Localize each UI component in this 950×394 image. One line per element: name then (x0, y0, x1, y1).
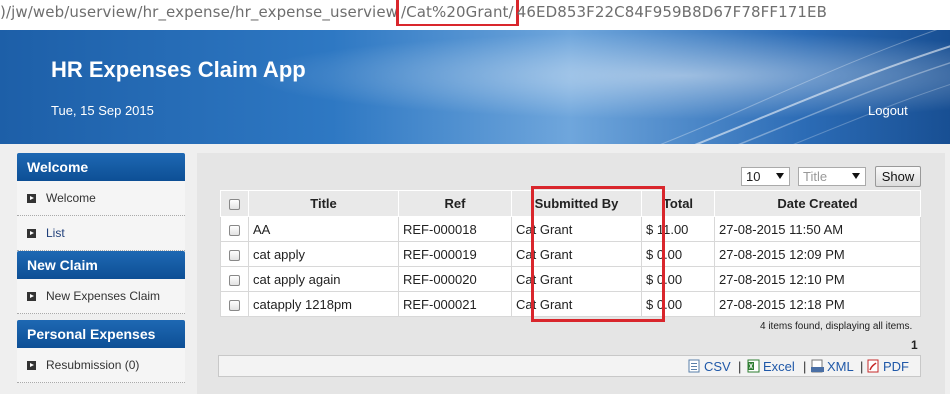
pdf-file-icon (867, 359, 880, 373)
cell-date-created: 27-08-2015 12:18 PM (714, 291, 921, 317)
url-highlighted-user: /Cat%20Grant/ (396, 0, 519, 26)
table-row[interactable]: catapply 1218pm REF-000021 Cat Grant $ 0… (220, 291, 921, 317)
export-separator: | (860, 359, 864, 374)
cell-date-created: 27-08-2015 11:50 AM (714, 216, 921, 242)
dropdown-arrow-icon (776, 173, 784, 179)
sidebar-item-new-expenses-claim[interactable]: New Expenses Claim (17, 279, 185, 314)
select-all-cell (220, 190, 249, 217)
sidebar-item-welcome[interactable]: Welcome (17, 181, 185, 216)
sidebar-section-new-claim: New Claim (17, 251, 185, 279)
export-excel-label: Excel (763, 359, 795, 374)
address-bar[interactable]: )/jw/web/userview/hr_expense/hr_expense_… (0, 0, 950, 26)
table-row[interactable]: AA REF-000018 Cat Grant $ 11.00 27-08-20… (220, 216, 921, 242)
cell-submitted-by: Cat Grant (511, 291, 642, 317)
export-pdf-label: PDF (883, 359, 909, 374)
cell-title[interactable]: catapply 1218pm (248, 291, 399, 317)
export-separator: | (738, 359, 742, 374)
column-header-submitted-by[interactable]: Submitted By (511, 190, 642, 217)
sort-field-select[interactable]: Title (798, 167, 866, 186)
row-checkbox[interactable] (229, 249, 240, 261)
sidebar-item-list[interactable]: List (17, 216, 185, 251)
row-select-cell (220, 266, 249, 292)
column-header-date-created[interactable]: Date Created (714, 190, 921, 217)
export-pdf-link[interactable]: PDF (867, 359, 909, 374)
sidebar-item-label: Welcome (46, 191, 96, 205)
app-header: HR Expenses Claim App Tue, 15 Sep 2015 L… (0, 30, 950, 144)
claims-table: Title Ref Submitted By Total Date Create… (220, 190, 921, 317)
sidebar-item-label: List (46, 226, 65, 240)
cell-submitted-by: Cat Grant (511, 216, 642, 242)
export-csv-label: CSV (704, 359, 731, 374)
sidebar-item-label: Resubmission (0) (46, 358, 140, 372)
cell-title[interactable]: AA (248, 216, 399, 242)
sort-field-value: Title (803, 169, 828, 184)
page-number[interactable]: 1 (911, 338, 918, 352)
export-excel-link[interactable]: Excel (747, 359, 795, 374)
row-select-cell (220, 241, 249, 267)
csv-file-icon (688, 359, 701, 373)
row-checkbox[interactable] (229, 224, 240, 236)
select-all-checkbox[interactable] (229, 199, 240, 211)
show-button[interactable]: Show (875, 166, 921, 187)
xml-file-icon (811, 359, 824, 373)
cell-date-created: 27-08-2015 12:10 PM (714, 266, 921, 292)
url-prefix: )/jw/web/userview/hr_expense/hr_expense_… (0, 3, 399, 21)
sidebar: Welcome Welcome List New Claim New Expen… (17, 153, 185, 383)
column-header-ref[interactable]: Ref (398, 190, 512, 217)
items-found-text: 4 items found, displaying all items. (760, 321, 913, 332)
cell-submitted-by: Cat Grant (511, 241, 642, 267)
cell-ref: REF-000020 (398, 266, 512, 292)
url-suffix: 46ED853F22C84F959B8D67F78FF171EB (516, 3, 828, 21)
cell-total: $ 11.00 (641, 216, 715, 242)
logout-link[interactable]: Logout (868, 103, 908, 118)
cell-ref: REF-000021 (398, 291, 512, 317)
row-select-cell (220, 216, 249, 242)
excel-file-icon (747, 359, 760, 373)
cell-date-created: 27-08-2015 12:09 PM (714, 241, 921, 267)
arrow-bullet-icon (27, 229, 36, 238)
export-xml-link[interactable]: XML (811, 359, 854, 374)
table-header-row: Title Ref Submitted By Total Date Create… (220, 190, 921, 217)
export-separator: | (803, 359, 807, 374)
header-swoosh-graphic (660, 30, 950, 144)
sidebar-section-personal-expenses: Personal Expenses (17, 320, 185, 348)
export-xml-label: XML (827, 359, 854, 374)
arrow-bullet-icon (27, 194, 36, 203)
row-checkbox[interactable] (229, 299, 240, 311)
cell-total: $ 0.00 (641, 266, 715, 292)
cell-ref: REF-000019 (398, 241, 512, 267)
table-row[interactable]: cat apply again REF-000020 Cat Grant $ 0… (220, 266, 921, 292)
cell-ref: REF-000018 (398, 216, 512, 242)
cell-title[interactable]: cat apply again (248, 266, 399, 292)
page-size-select[interactable]: 10 (741, 167, 790, 186)
page-size-value: 10 (746, 169, 761, 184)
sidebar-item-label: New Expenses Claim (46, 289, 161, 303)
cell-total: $ 0.00 (641, 241, 715, 267)
cell-submitted-by: Cat Grant (511, 266, 642, 292)
cell-total: $ 0.00 (641, 291, 715, 317)
sidebar-item-resubmission[interactable]: Resubmission (0) (17, 348, 185, 383)
row-checkbox[interactable] (229, 274, 240, 286)
arrow-bullet-icon (27, 361, 36, 370)
column-header-total[interactable]: Total (641, 190, 715, 217)
cell-title[interactable]: cat apply (248, 241, 399, 267)
app-title: HR Expenses Claim App (51, 57, 306, 82)
row-select-cell (220, 291, 249, 317)
arrow-bullet-icon (27, 292, 36, 301)
current-date: Tue, 15 Sep 2015 (51, 103, 154, 118)
sidebar-section-welcome: Welcome (17, 153, 185, 181)
table-row[interactable]: cat apply REF-000019 Cat Grant $ 0.00 27… (220, 241, 921, 267)
dropdown-arrow-icon (852, 173, 860, 179)
column-header-title[interactable]: Title (248, 190, 399, 217)
export-csv-link[interactable]: CSV (688, 359, 731, 374)
